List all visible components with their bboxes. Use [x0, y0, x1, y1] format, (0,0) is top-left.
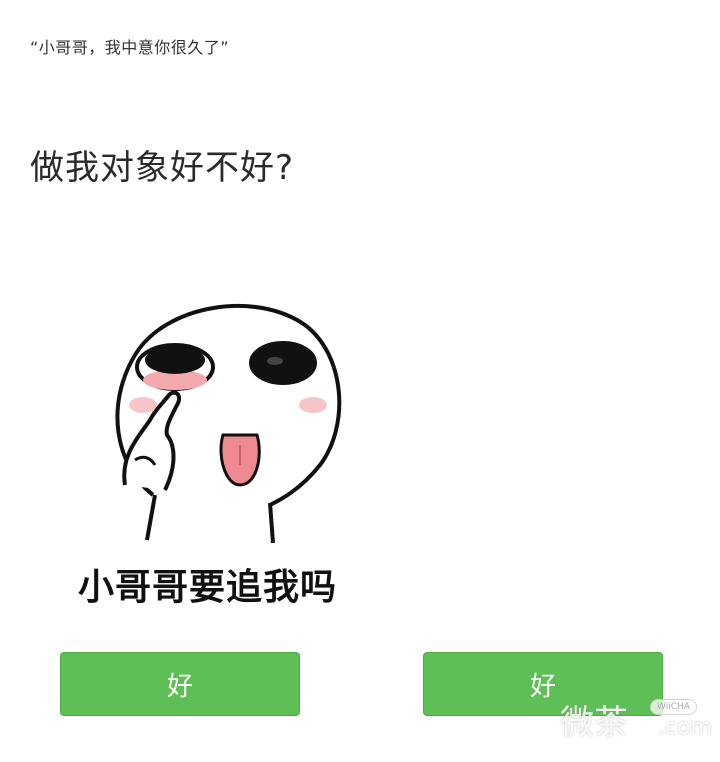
right-blush [299, 397, 327, 413]
quote-text: “小哥哥，我中意你很久了” [30, 38, 230, 57]
right-eye [249, 341, 317, 385]
watermark-badge: WiiCHA [650, 699, 697, 715]
neck-right [268, 502, 275, 544]
sticker-caption: 小哥哥要追我吗 [78, 567, 338, 608]
pouting-face-sticker [95, 285, 355, 545]
watermark-brand: 微茶 [560, 703, 628, 743]
face-illustration [115, 304, 342, 544]
watermark-domain: .com [658, 715, 712, 740]
left-pupil [145, 346, 205, 374]
neck-left [145, 494, 157, 541]
right-eye-shine [267, 357, 283, 365]
accept-button-left[interactable]: 好 [60, 652, 300, 716]
left-blush [129, 397, 157, 413]
watermark: 微茶 WiiCHA .com [560, 695, 720, 755]
question-title: 做我对象好不好? [30, 148, 295, 188]
